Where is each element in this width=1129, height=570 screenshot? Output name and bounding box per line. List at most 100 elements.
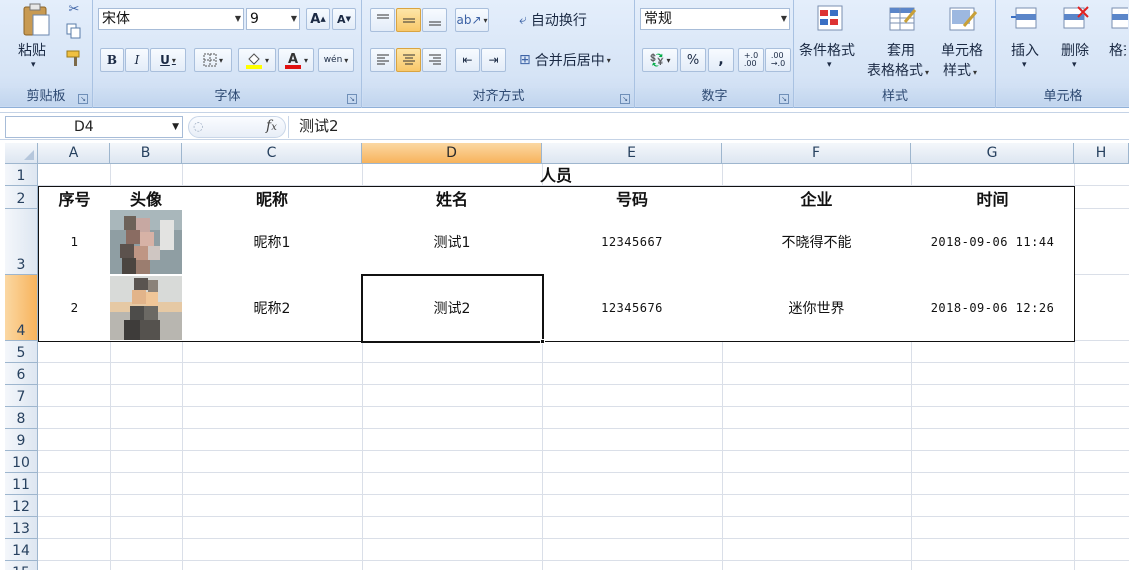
paste-button[interactable] [18,2,54,38]
header-nickname[interactable]: 昵称 [182,186,363,210]
column-header-a[interactable]: A [38,143,110,164]
cell-phone[interactable]: 12345667 [542,209,723,276]
row-header-7[interactable]: 7 [5,385,38,407]
font-size-select[interactable]: 9 ▼ [246,8,300,30]
number-launcher-icon[interactable]: ↘ [779,94,789,104]
cell-name[interactable]: 测试1 [362,209,543,276]
row-header-10[interactable]: 10 [5,451,38,473]
cell-name[interactable]: 测试2 [362,275,543,342]
cell-avatar[interactable] [110,275,183,342]
header-time[interactable]: 时间 [911,186,1075,210]
paste-dropdown-icon[interactable]: ▾ [31,60,36,70]
row-header-15[interactable]: 15 [5,561,38,570]
clipboard-launcher-icon[interactable]: ↘ [78,94,88,104]
worksheet-grid[interactable]: ABCDEFGH 123456789101112131415 人员 序号 头像 … [0,141,1129,570]
header-company[interactable]: 企业 [722,186,912,210]
cell-index[interactable]: 1 [38,209,111,276]
align-right-button[interactable] [422,48,447,72]
format-cells-button[interactable] [1107,2,1129,36]
increase-decimal-button[interactable]: +.0 .00 [738,48,764,72]
accounting-button[interactable]: 💱 ▾ [642,48,678,72]
phonetic-button[interactable]: wén ▾ [318,48,354,72]
cell-nickname[interactable]: 昵称2 [182,275,363,342]
cell-time[interactable]: 2018-09-06 12:26 [911,275,1075,342]
increase-indent-icon: ⇥ [488,53,499,67]
align-middle-button[interactable] [396,8,421,32]
column-header-e[interactable]: E [542,143,722,164]
insert-function-icon[interactable]: fx [266,118,277,134]
select-all-button[interactable] [5,143,38,164]
cell-company[interactable]: 不晓得不能 [722,209,912,276]
delete-button[interactable] [1057,2,1093,36]
row-header-11[interactable]: 11 [5,473,38,495]
align-center-button[interactable] [396,48,421,72]
italic-button[interactable]: I [125,48,149,72]
column-header-d[interactable]: D [362,143,542,164]
orientation-button[interactable]: ab↗ ▾ [455,8,489,32]
column-header-b[interactable]: B [110,143,182,164]
cell-time[interactable]: 2018-09-06 11:44 [911,209,1075,276]
cell-nickname[interactable]: 昵称1 [182,209,363,276]
row-header-3[interactable]: 3 [5,209,38,275]
cell-index[interactable]: 2 [38,275,111,342]
fill-handle[interactable] [540,339,545,344]
decrease-indent-button[interactable]: ⇤ [455,48,480,72]
merge-center-button[interactable]: ⊞ 合并后居中 ▾ [518,48,630,72]
brush-icon [66,50,80,66]
cut-button[interactable]: ✂ [64,0,84,18]
format-table-label-text: 表格格式 [867,63,923,79]
row-header-4[interactable]: 4 [5,275,38,341]
row-header-14[interactable]: 14 [5,539,38,561]
align-top-button[interactable] [370,8,395,32]
conditional-format-label: 条件格式 [799,43,855,59]
font-color-button[interactable]: A ▾ [278,48,314,72]
align-bottom-button[interactable] [422,8,447,32]
header-index[interactable]: 序号 [38,186,111,210]
column-header-c[interactable]: C [182,143,362,164]
cell-styles-button[interactable] [945,2,981,36]
wrap-text-button[interactable]: ⤶ 自动换行 [518,8,608,32]
name-box[interactable]: D4 ▼ [5,116,183,138]
column-header-f[interactable]: F [722,143,911,164]
increase-indent-button[interactable]: ⇥ [481,48,506,72]
align-left-button[interactable] [370,48,395,72]
grow-font-button[interactable]: A ▲ [306,8,330,30]
decrease-decimal-button[interactable]: .00 →.0 [765,48,791,72]
row-header-5[interactable]: 5 [5,341,38,363]
fill-color-button[interactable]: ▾ [238,48,276,72]
row-header-8[interactable]: 8 [5,407,38,429]
column-header-h[interactable]: H [1074,143,1129,164]
row-header-13[interactable]: 13 [5,517,38,539]
format-as-table-button[interactable] [885,2,921,36]
font-launcher-icon[interactable]: ↘ [347,94,357,104]
conditional-format-button[interactable] [813,2,849,36]
alignment-launcher-icon[interactable]: ↘ [620,94,630,104]
insert-button[interactable] [1007,2,1043,36]
row-header-6[interactable]: 6 [5,363,38,385]
header-name[interactable]: 姓名 [362,186,543,210]
shrink-font-button[interactable]: A ▼ [332,8,356,30]
cancel-formula-icon[interactable]: ◌ [193,119,203,133]
cell-avatar[interactable] [110,209,183,276]
header-avatar[interactable]: 头像 [110,186,183,210]
underline-button[interactable]: U ▾ [150,48,186,72]
paste-label: 粘贴 [18,43,46,59]
format-painter-button[interactable] [64,48,84,68]
number-format-select[interactable]: 常规 ▼ [640,8,790,30]
font-name-select[interactable]: 宋体 ▼ [98,8,244,30]
comma-button[interactable]: , [708,48,734,72]
cell-company[interactable]: 迷你世界 [722,275,912,342]
column-header-g[interactable]: G [911,143,1074,164]
copy-button[interactable] [64,22,84,40]
row-header-1[interactable]: 1 [5,164,38,186]
row-header-9[interactable]: 9 [5,429,38,451]
sheet-title[interactable]: 人员 [38,165,1074,187]
header-phone[interactable]: 号码 [542,186,723,210]
cell-phone[interactable]: 12345676 [542,275,723,342]
row-header-2[interactable]: 2 [5,186,38,209]
percent-button[interactable]: % [680,48,706,72]
row-header-12[interactable]: 12 [5,495,38,517]
bold-button[interactable]: B [100,48,124,72]
formula-input[interactable]: 测试2 [288,116,1129,138]
border-button[interactable]: ▾ [194,48,232,72]
